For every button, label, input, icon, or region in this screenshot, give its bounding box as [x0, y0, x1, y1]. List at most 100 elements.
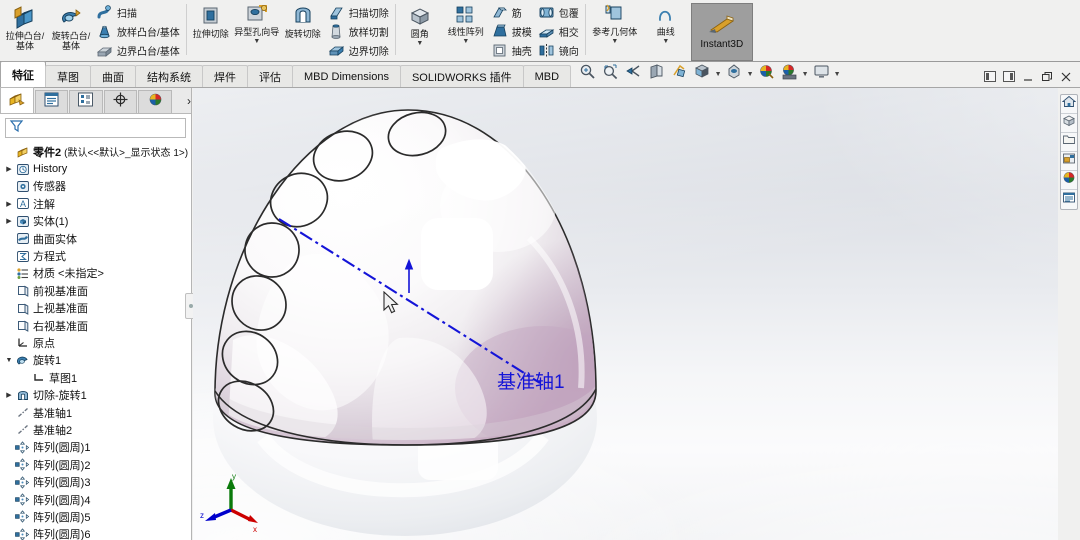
- tree-root-part[interactable]: 零件2 (默认<<默认>_显示状态 1>): [0, 143, 191, 160]
- swept-boss-button[interactable]: 扫描: [94, 3, 184, 22]
- fillet-button[interactable]: 圆角 ▼: [397, 2, 443, 60]
- tree-item-7[interactable]: 材质 <未指定>: [0, 265, 191, 282]
- display-style-button[interactable]: [691, 63, 713, 85]
- tab-solidworks-addins[interactable]: SOLIDWORKS 插件: [399, 65, 524, 87]
- tree-item-18[interactable]: 阵列(圆周)2: [0, 456, 191, 473]
- tree-item-22[interactable]: 阵列(圆周)6: [0, 526, 191, 540]
- custom-properties-button[interactable]: [1061, 190, 1077, 209]
- tree-item-12[interactable]: ▼ 旋转1: [0, 352, 191, 369]
- boundary-cut-button[interactable]: 边界切除: [326, 41, 393, 60]
- instant3d-button[interactable]: Instant3D: [690, 3, 753, 61]
- extrude-cut-button[interactable]: 拉伸切除: [188, 2, 234, 60]
- feature-tree-filter[interactable]: [5, 118, 186, 138]
- design-library-button[interactable]: [1061, 114, 1077, 133]
- view-settings-button[interactable]: [810, 63, 832, 85]
- apply-scene-button[interactable]: [778, 63, 800, 85]
- datum-axis-label[interactable]: 基准轴1: [497, 367, 565, 394]
- feature-manager-tab[interactable]: [0, 87, 34, 113]
- tree-item-4[interactable]: ▶ 实体(1): [0, 213, 191, 230]
- edit-appearance-button[interactable]: [755, 63, 777, 85]
- graphics-viewport[interactable]: 基准轴1 y x z: [193, 88, 1058, 540]
- linear-pattern-button[interactable]: 线性阵列 ▼: [443, 2, 489, 60]
- tab-features[interactable]: 特征: [0, 61, 46, 87]
- tree-expander[interactable]: ▶: [3, 165, 15, 173]
- lofted-cut-button[interactable]: 放样切割: [326, 22, 393, 41]
- tree-item-15[interactable]: 基准轴1: [0, 404, 191, 421]
- tree-expander[interactable]: ▼: [3, 357, 15, 364]
- tree-expander[interactable]: ▶: [3, 200, 15, 208]
- curves-dropdown-arrow[interactable]: ▼: [643, 38, 689, 45]
- hole-wizard-button[interactable]: 异型孔向导 ▼: [234, 2, 280, 60]
- tree-item-20[interactable]: 阵列(圆周)4: [0, 491, 191, 508]
- hole-wizard-dropdown-arrow[interactable]: ▼: [234, 38, 280, 45]
- linear-pattern-dropdown-arrow[interactable]: ▼: [443, 38, 489, 45]
- restore-panel-right-button[interactable]: [1001, 69, 1017, 84]
- tree-item-13[interactable]: 草图1: [0, 369, 191, 386]
- view-palette-button[interactable]: [1061, 152, 1077, 171]
- extrude-boss-button[interactable]: 拉伸凸台/基体: [2, 2, 48, 60]
- dome-body[interactable]: [214, 108, 706, 474]
- tree-item-21[interactable]: 阵列(圆周)5: [0, 508, 191, 525]
- close-button[interactable]: [1058, 69, 1074, 84]
- tree-item-14[interactable]: ▶ 切除-旋转1: [0, 386, 191, 403]
- tree-expander[interactable]: ▶: [3, 391, 15, 399]
- file-explorer-button[interactable]: [1061, 133, 1077, 152]
- display-style-caret[interactable]: ▼: [714, 71, 722, 78]
- tree-item-9[interactable]: 上视基准面: [0, 300, 191, 317]
- model-render[interactable]: [193, 88, 1058, 540]
- intersect-button[interactable]: 相交: [536, 22, 583, 41]
- apply-scene-caret[interactable]: ▼: [801, 71, 809, 78]
- tree-item-6[interactable]: 方程式: [0, 247, 191, 264]
- property-manager-tab[interactable]: [34, 90, 69, 113]
- tree-item-10[interactable]: 右视基准面: [0, 317, 191, 334]
- rib-button[interactable]: 筋: [489, 3, 536, 22]
- reference-geometry-button[interactable]: 参考几何体 ▼: [587, 2, 643, 60]
- display-manager-tab[interactable]: [138, 90, 172, 113]
- tree-item-2[interactable]: 传感器: [0, 178, 191, 195]
- tree-item-8[interactable]: 前视基准面: [0, 282, 191, 299]
- reference-geometry-dropdown-arrow[interactable]: ▼: [592, 38, 638, 45]
- tab-sketch[interactable]: 草图: [45, 65, 91, 87]
- tree-item-17[interactable]: 阵列(圆周)1: [0, 439, 191, 456]
- tab-surfaces[interactable]: 曲面: [90, 65, 136, 87]
- tab-mbd-dimensions[interactable]: MBD Dimensions: [292, 65, 401, 87]
- restore-panel-left-button[interactable]: [982, 69, 998, 84]
- mirror-button[interactable]: 镜向: [536, 41, 583, 60]
- lofted-boss-button[interactable]: 放样凸台/基体: [94, 22, 184, 41]
- shell-button[interactable]: 抽壳: [489, 41, 536, 60]
- fillet-dropdown-arrow[interactable]: ▼: [397, 40, 443, 47]
- dimxpert-manager-tab[interactable]: [103, 90, 138, 113]
- tree-item-3[interactable]: ▶ A 注解: [0, 195, 191, 212]
- tree-item-5[interactable]: 曲面实体: [0, 230, 191, 247]
- tab-evaluate[interactable]: 评估: [247, 65, 293, 87]
- swept-cut-button[interactable]: 扫描切除: [326, 3, 393, 22]
- tree-expander[interactable]: ▶: [3, 217, 15, 225]
- draft-button[interactable]: 拔模: [489, 22, 536, 41]
- restore-button[interactable]: [1039, 69, 1055, 84]
- configuration-manager-tab[interactable]: [69, 90, 103, 113]
- previous-view-button[interactable]: [622, 63, 644, 85]
- section-view-button[interactable]: [645, 63, 667, 85]
- minimize-button[interactable]: [1020, 69, 1036, 84]
- curves-button[interactable]: 曲线 ▼: [643, 2, 689, 60]
- revolve-boss-button[interactable]: 旋转凸台/基体: [48, 2, 94, 60]
- zoom-to-fit-button[interactable]: [576, 63, 598, 85]
- zoom-to-area-button[interactable]: [599, 63, 621, 85]
- tree-item-1[interactable]: ▶ History: [0, 160, 191, 177]
- view-settings-caret[interactable]: ▼: [833, 71, 841, 78]
- tab-structure-system[interactable]: 结构系统: [135, 65, 203, 87]
- view-orientation-button[interactable]: [668, 63, 690, 85]
- hide-show-items-button[interactable]: [723, 63, 745, 85]
- tree-item-16[interactable]: 基准轴2: [0, 421, 191, 438]
- tree-item-11[interactable]: 原点: [0, 334, 191, 351]
- hide-show-items-caret[interactable]: ▼: [746, 71, 754, 78]
- boundary-boss-button[interactable]: 边界凸台/基体: [94, 41, 184, 60]
- more-tabs-button[interactable]: ›: [187, 94, 191, 113]
- wrap-button[interactable]: 包覆: [536, 3, 583, 22]
- revolve-cut-button[interactable]: 旋转切除: [280, 2, 326, 60]
- tree-item-19[interactable]: 阵列(圆周)3: [0, 473, 191, 490]
- appearances-button[interactable]: [1061, 171, 1077, 190]
- tab-mbd[interactable]: MBD: [522, 65, 572, 87]
- tab-weldments[interactable]: 焊件: [202, 65, 248, 87]
- solidworks-resources-button[interactable]: [1061, 95, 1077, 114]
